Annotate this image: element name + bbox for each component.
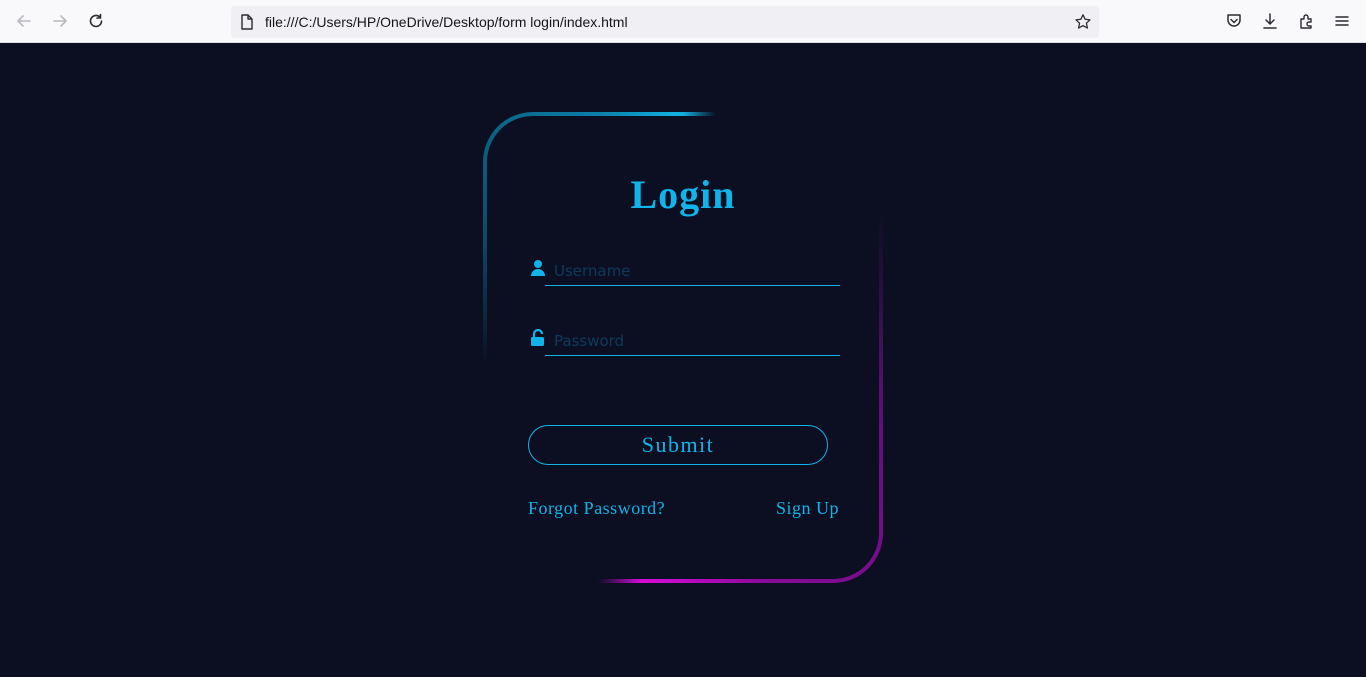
pocket-button[interactable]	[1219, 6, 1249, 36]
login-title: Login	[630, 172, 736, 217]
back-button[interactable]	[9, 6, 39, 36]
back-arrow-icon	[17, 15, 31, 27]
login-card: Login Submit Forgot Password? Sign Up	[483, 112, 883, 583]
extensions-icon	[1300, 14, 1312, 29]
url-text: file:///C:/Users/HP/OneDrive/Desktop/for…	[265, 14, 628, 30]
submit-button[interactable]: Submit	[528, 425, 828, 465]
password-input[interactable]	[545, 326, 840, 356]
bookmark-star-button[interactable]	[1073, 12, 1093, 32]
forward-button[interactable]	[45, 6, 75, 36]
downloads-button[interactable]	[1255, 6, 1285, 36]
sign-up-link[interactable]: Sign Up	[776, 498, 839, 519]
user-icon	[531, 260, 545, 276]
reload-button[interactable]	[81, 6, 111, 36]
login-card-body: Login Submit Forgot Password? Sign Up	[487, 116, 879, 579]
browser-toolbar: file:///C:/Users/HP/OneDrive/Desktop/for…	[0, 0, 1366, 43]
forward-arrow-icon	[53, 15, 67, 27]
app-menu-button[interactable]	[1327, 6, 1357, 36]
star-icon	[1075, 14, 1091, 29]
username-field-group	[530, 256, 840, 286]
forgot-password-link[interactable]: Forgot Password?	[528, 498, 665, 519]
username-input[interactable]	[545, 256, 840, 286]
reload-icon	[89, 13, 103, 28]
download-icon	[1263, 13, 1277, 29]
password-field-group	[530, 326, 840, 356]
unlock-icon	[531, 329, 544, 346]
address-bar[interactable]: file:///C:/Users/HP/OneDrive/Desktop/for…	[231, 6, 1099, 38]
page-icon	[241, 14, 253, 30]
menu-icon	[1335, 16, 1349, 26]
extensions-button[interactable]	[1291, 6, 1321, 36]
pocket-icon	[1227, 14, 1241, 27]
